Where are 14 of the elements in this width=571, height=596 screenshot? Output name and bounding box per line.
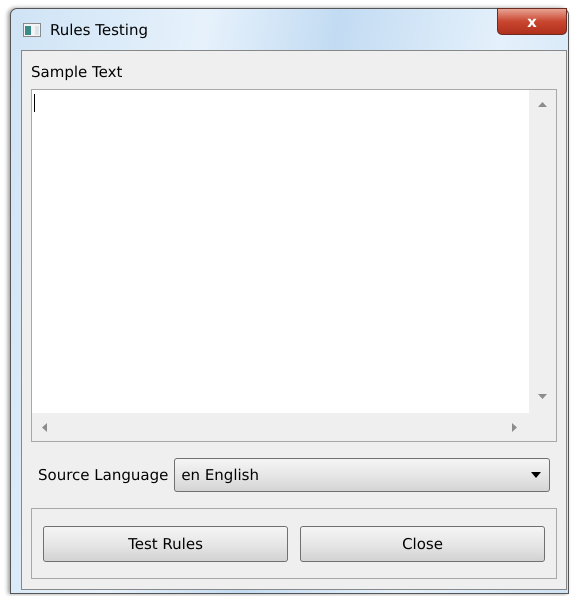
language-dropdown[interactable]: en English: [174, 458, 550, 492]
window-title: Rules Testing: [50, 20, 148, 38]
scroll-up-icon[interactable]: [538, 102, 547, 107]
sample-text-label: Sample Text: [31, 63, 124, 81]
sample-text-field[interactable]: [31, 89, 557, 442]
title-bar-close-button[interactable]: x: [497, 8, 567, 35]
scroll-right-icon[interactable]: [512, 422, 517, 432]
source-language-label: Source Language: [38, 466, 168, 484]
scroll-left-icon[interactable]: [42, 422, 47, 432]
dialog-button[interactable]: Test Rules: [43, 526, 288, 562]
dialog-button[interactable]: Close: [300, 526, 545, 562]
app-icon: [23, 22, 41, 36]
scroll-down-icon[interactable]: [538, 394, 547, 399]
dropdown-arrow-icon[interactable]: [531, 472, 541, 478]
